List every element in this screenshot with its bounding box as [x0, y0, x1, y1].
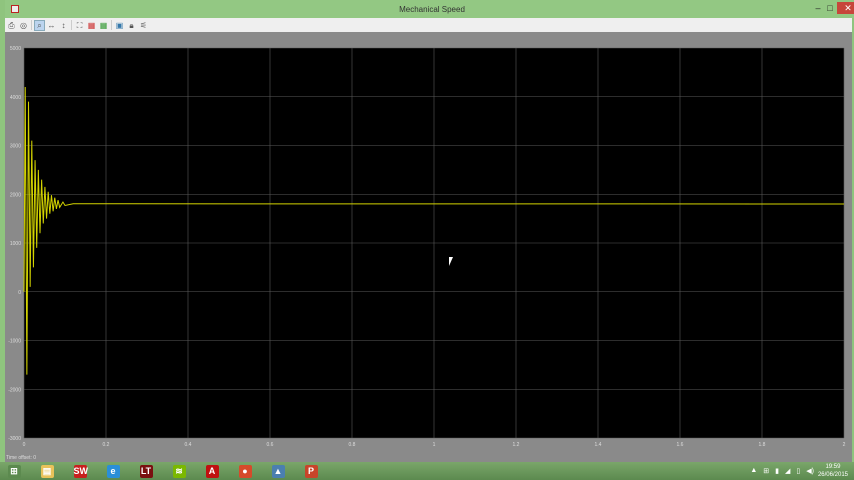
taskbar-chrome[interactable]: ● [231, 462, 259, 480]
x-tick-label: 1 [433, 442, 436, 448]
taskbar-matlab[interactable]: ▲ [264, 462, 292, 480]
spotify-icon: ≋ [172, 464, 186, 478]
system-tray: ▲ ⊞ ▮ ◢ ▯ ◀) [750, 467, 814, 475]
divider [31, 20, 32, 30]
speed-chart: 0 0.2 0.4 0.6 0.8 1 1.2 1.4 1.6 1.8 2 -3000 -2000 -10… [8, 46, 846, 448]
y-tick-label: 1000 [10, 241, 21, 247]
y-tick-label: 5000 [10, 46, 21, 52]
zoom-y-icon[interactable]: ↕ [59, 21, 68, 30]
taskbar-acrobat[interactable]: A [198, 462, 226, 480]
y-tick-label: -3000 [8, 436, 21, 442]
y-tick-label: -1000 [8, 339, 21, 345]
window-title: Mechanical Speed [399, 5, 465, 14]
taskbar: ⊞ ▤ SW e LT ≋ A ● ▲ P ▲ ⊞ ▮ ◢ ▯ ◀) 19:59 26/06/2015 [0, 462, 854, 480]
y-tick-label: 3000 [10, 144, 21, 150]
y-tick-label: 2000 [10, 192, 21, 198]
network-icon[interactable]: ▮ [775, 467, 779, 475]
tray-up-icon[interactable]: ▲ [750, 467, 757, 475]
volume-icon[interactable]: ◀) [806, 467, 814, 475]
signal-icon[interactable]: ◢ [785, 467, 790, 475]
taskbar-solidworks[interactable]: SW [66, 462, 94, 480]
signal-selector-icon[interactable]: ⚟ [139, 21, 148, 30]
y-tick-label: 4000 [10, 95, 21, 101]
clock-time: 19:59 [825, 464, 841, 470]
x-tick-label: 0.8 [349, 442, 356, 448]
y-tick-label: -2000 [8, 387, 21, 393]
time-offset: Time offset: 0 [6, 455, 36, 461]
restore-axes-icon[interactable]: ▦ [99, 21, 108, 30]
print-icon[interactable]: ⎙ [7, 21, 16, 30]
chrome-icon: ● [238, 464, 252, 478]
x-tick-label: 0.4 [185, 442, 192, 448]
title-bar: Mechanical Speed – □ ✕ [5, 0, 854, 18]
solidworks-icon: SW [73, 464, 88, 478]
divider [71, 20, 72, 30]
zoom-x-icon[interactable]: ↔ [47, 21, 56, 30]
time-offset-label: Time offset: [6, 455, 32, 461]
autoscale-icon[interactable]: ⛶ [75, 21, 84, 30]
x-tick-label: 1.8 [759, 442, 766, 448]
toolbar: ⎙ ◎ ⌕ ↔ ↕ ⛶ ▦ ▦ ▣ 🔒︎ ⚟ [5, 18, 852, 32]
time-offset-value: 0 [33, 455, 37, 461]
parameters-icon[interactable]: ▣ [115, 21, 124, 30]
clock[interactable]: 19:59 26/06/2015 [818, 463, 848, 479]
ltspice-icon: LT [139, 464, 153, 478]
x-tick-label: 0.6 [267, 442, 274, 448]
maximize-button[interactable]: □ [823, 3, 837, 13]
save-axes-icon[interactable]: ▦ [87, 21, 96, 30]
x-tick-label: 1.2 [513, 442, 520, 448]
close-button[interactable]: ✕ [837, 2, 854, 14]
taskbar-start[interactable]: ⊞ [0, 462, 28, 480]
clock-date: 26/06/2015 [817, 472, 848, 478]
zoom-in-icon[interactable]: ⌕ [34, 19, 45, 31]
taskbar-ltspice[interactable]: LT [132, 462, 160, 480]
internet-explorer-icon: e [106, 464, 120, 478]
powerpoint-icon: P [304, 464, 318, 478]
print-preview-icon[interactable]: ◎ [19, 21, 28, 30]
x-tick-label: 1.6 [677, 442, 684, 448]
x-tick-label: 0 [23, 442, 26, 448]
taskbar-powerpoint[interactable]: P [297, 462, 325, 480]
acrobat-icon: A [205, 464, 219, 478]
windows-flag-icon[interactable]: ⊞ [763, 467, 769, 475]
file-explorer-icon: ▤ [40, 464, 54, 478]
battery-icon[interactable]: ▯ [796, 467, 800, 475]
lock-icon[interactable]: 🔒︎ [127, 21, 136, 30]
y-tick-label: 0 [18, 290, 21, 296]
taskbar-internet-explorer[interactable]: e [99, 462, 127, 480]
taskbar-file-explorer[interactable]: ▤ [33, 462, 61, 480]
mouse-cursor [449, 257, 453, 266]
divider [111, 20, 112, 30]
x-tick-label: 1.4 [595, 442, 602, 448]
x-tick-label: 0.2 [103, 442, 110, 448]
x-tick-label: 2 [843, 442, 846, 448]
taskbar-spotify[interactable]: ≋ [165, 462, 193, 480]
start-icon: ⊞ [7, 464, 21, 478]
matlab-icon: ▲ [271, 464, 285, 478]
